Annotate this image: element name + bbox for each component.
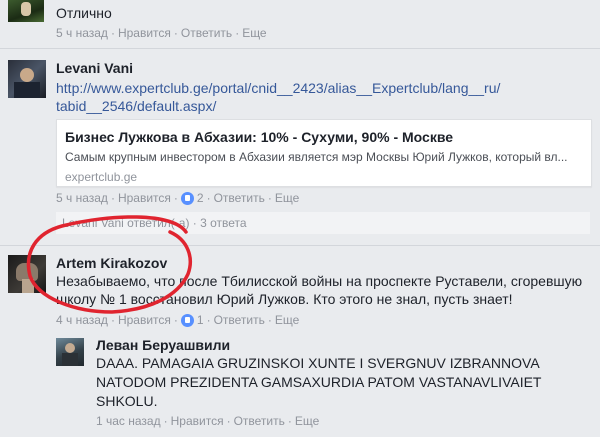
- like-button[interactable]: Нравится: [118, 191, 171, 205]
- author-name[interactable]: Леван Беруашвили: [96, 337, 230, 353]
- like-button[interactable]: Нравится: [118, 313, 171, 327]
- separator: ·: [235, 26, 240, 40]
- more-button[interactable]: Еще: [242, 26, 266, 40]
- like-button[interactable]: Нравится: [171, 414, 224, 428]
- reply-button[interactable]: Ответить: [234, 414, 285, 428]
- avatar-figure: [21, 2, 31, 16]
- link-preview-description: Самым крупным инвестором в Абхазии являе…: [65, 150, 568, 164]
- likes-count[interactable]: 1: [197, 313, 204, 327]
- timestamp[interactable]: 1 час назад: [96, 414, 161, 428]
- comment-meta: 1 час назад · Нравится · Ответить · Еще: [96, 414, 319, 428]
- separator: ·: [110, 191, 115, 205]
- separator: ·: [110, 313, 115, 327]
- comment-meta: 4 ч назад · Нравится · 1 · Ответить · Ещ…: [56, 313, 299, 327]
- comment-text: Отлично: [56, 5, 112, 21]
- separator: ·: [226, 414, 231, 428]
- separator: ·: [267, 191, 272, 205]
- author-name[interactable]: Levani Vani: [56, 60, 133, 76]
- comment-text: DAAA. PAMAGAIA GRUZINSKOI XUNTE I SVERGN…: [96, 355, 540, 371]
- timestamp[interactable]: 5 ч назад: [56, 26, 108, 40]
- timestamp[interactable]: 5 ч назад: [56, 191, 108, 205]
- replies-summary[interactable]: Levani Vani ответил(-а) · 3 ответа: [62, 216, 247, 230]
- avatar-figure: [62, 353, 78, 366]
- comment-text: SHKOLU.: [96, 393, 158, 409]
- like-icon: [180, 313, 194, 327]
- separator: ·: [173, 191, 178, 205]
- reply-button[interactable]: Ответить: [214, 191, 265, 205]
- divider: [0, 48, 600, 49]
- avatar-figure: [14, 82, 40, 98]
- comment-link[interactable]: http://www.expertclub.ge/portal/cnid__24…: [56, 78, 500, 98]
- author-name[interactable]: Artem Kirakozov: [56, 255, 167, 271]
- more-button[interactable]: Еще: [275, 191, 299, 205]
- comment-meta: 5 ч назад · Нравится · Ответить · Еще: [56, 26, 267, 40]
- separator: ·: [163, 414, 168, 428]
- more-button[interactable]: Еще: [275, 313, 299, 327]
- avatar[interactable]: [8, 255, 46, 293]
- comment-text: школу № 1 восстановил Юрий Лужков. Кто э…: [56, 291, 513, 307]
- comment-meta: 5 ч назад · Нравится · 2 · Ответить · Ещ…: [56, 191, 299, 205]
- comment-text: NATODOM PREZIDENTA GAMSAXURDIA PATOM VAS…: [96, 374, 542, 390]
- view-replies-link[interactable]: Levani Vani ответил(-а) · 3 ответа: [56, 212, 590, 234]
- separator: ·: [267, 313, 272, 327]
- comment-link[interactable]: tabid__2546/default.aspx/: [56, 96, 216, 116]
- avatar[interactable]: [8, 0, 44, 22]
- separator: ·: [287, 414, 292, 428]
- reply-button[interactable]: Ответить: [214, 313, 265, 327]
- separator: ·: [110, 26, 115, 40]
- avatar-figure: [65, 343, 75, 353]
- avatar[interactable]: [8, 60, 46, 98]
- more-button[interactable]: Еще: [295, 414, 319, 428]
- reply-button[interactable]: Ответить: [181, 26, 232, 40]
- separator: ·: [206, 191, 211, 205]
- link-preview-card[interactable]: Бизнес Лужкова в Абхазии: 10% - Сухуми, …: [56, 119, 592, 187]
- avatar-figure: [22, 279, 34, 293]
- timestamp[interactable]: 4 ч назад: [56, 313, 108, 327]
- avatar-figure: [20, 68, 34, 82]
- separator: ·: [173, 313, 178, 327]
- comment-text: Незабываемо, что после Тбилисской войны …: [56, 273, 583, 289]
- avatar[interactable]: [56, 338, 84, 366]
- divider: [0, 245, 600, 246]
- separator: ·: [206, 313, 211, 327]
- like-button[interactable]: Нравится: [118, 26, 171, 40]
- link-preview-domain: expertclub.ge: [65, 170, 138, 184]
- likes-count[interactable]: 2: [197, 191, 204, 205]
- like-icon: [180, 191, 194, 205]
- separator: ·: [173, 26, 178, 40]
- link-preview-title[interactable]: Бизнес Лужкова в Абхазии: 10% - Сухуми, …: [65, 129, 453, 145]
